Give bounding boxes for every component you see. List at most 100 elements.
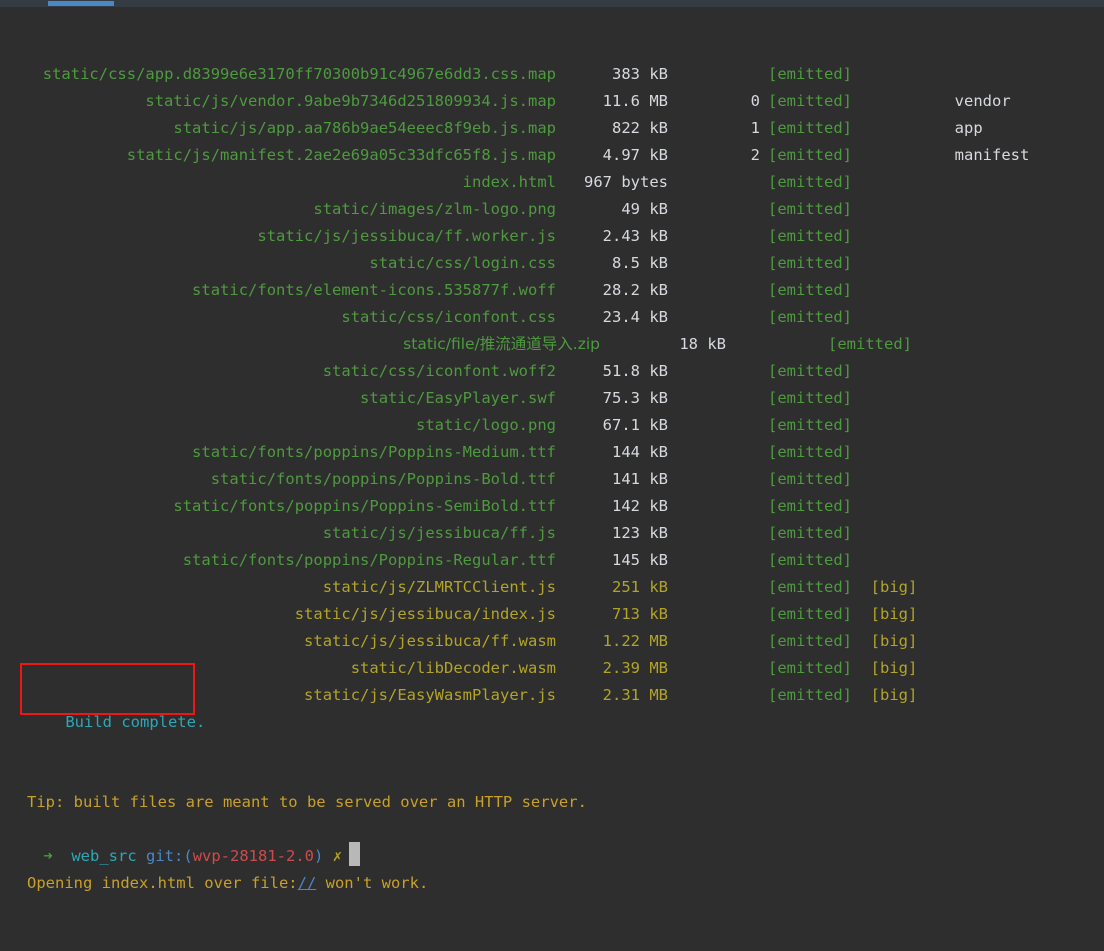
asset-name: static/js/app.aa786b9ae54eeec8f9eb.js.ma… <box>0 115 556 142</box>
asset-name: static/js/manifest.2ae2e69a05c33dfc65f8.… <box>0 142 556 169</box>
active-tab-indicator[interactable] <box>48 1 114 6</box>
asset-row: static/css/iconfont.css23.4 kB[emitted] <box>0 304 1104 331</box>
asset-row: static/logo.png67.1 kB [emitted] <box>0 412 1104 439</box>
asset-row: static/css/app.d8399e6e3170ff70300b91c49… <box>0 61 1104 88</box>
asset-status: [emitted] [big] <box>768 655 1008 682</box>
asset-chunk-name: app <box>955 119 983 137</box>
asset-size: 141 kB <box>556 466 668 493</box>
emitted-badge: [emitted] <box>768 173 852 191</box>
asset-status: [emitted] <box>768 493 1008 520</box>
big-badge: [big] <box>871 659 918 677</box>
asset-status: [emitted] <box>768 61 1008 88</box>
asset-status: [emitted] <box>768 412 1008 439</box>
asset-name: static/logo.png <box>0 412 556 439</box>
asset-size: 251 kB <box>556 574 668 601</box>
asset-status: [emitted] <box>768 196 1008 223</box>
asset-row: static/fonts/poppins/Poppins-Regular.ttf… <box>0 547 1104 574</box>
asset-name: static/fonts/poppins/Poppins-Bold.ttf <box>0 466 556 493</box>
big-badge: [big] <box>871 578 918 596</box>
asset-size: 75.3 kB <box>556 385 668 412</box>
asset-name: static/images/zlm-logo.png <box>0 196 556 223</box>
asset-row: static/fonts/element-icons.535877f.woff2… <box>0 277 1104 304</box>
asset-name: static/fonts/element-icons.535877f.woff <box>0 277 556 304</box>
asset-status: [emitted] <box>768 169 1008 196</box>
prompt-arrow-icon: ➜ <box>43 847 52 865</box>
asset-row: static/css/login.css8.5 kB [emitted] <box>0 250 1104 277</box>
asset-size: 383 kB <box>556 61 668 88</box>
asset-name: static/js/jessibuca/ff.wasm <box>0 628 556 655</box>
badge-gap <box>852 632 871 650</box>
asset-status: [emitted] [big] <box>768 682 1008 709</box>
emitted-badge: [emitted] <box>768 254 852 272</box>
shell-prompt[interactable]: ➜ web_src git:(wvp-28181-2.0) ✗ <box>6 815 360 897</box>
emitted-badge: [emitted] <box>768 65 852 83</box>
big-badge: [big] <box>871 632 918 650</box>
prompt-git-suffix: ) <box>314 847 323 865</box>
asset-chunk-id: 2 <box>668 142 760 169</box>
asset-status: [emitted] <box>768 358 1008 385</box>
emitted-badge: [emitted] <box>768 605 852 623</box>
emitted-badge: [emitted] <box>768 119 852 137</box>
asset-size: 1.22 MB <box>556 628 668 655</box>
asset-row: static/js/jessibuca/index.js713 kB[emitt… <box>0 601 1104 628</box>
emitted-badge: [emitted] <box>768 443 852 461</box>
asset-size: 23.4 kB <box>556 304 668 331</box>
emitted-badge: [emitted] <box>768 659 852 677</box>
asset-size: 822 kB <box>556 115 668 142</box>
emitted-badge: [emitted] <box>768 686 852 704</box>
big-badge: [big] <box>871 605 918 623</box>
terminal-tab-strip[interactable] <box>0 0 1104 7</box>
emitted-badge: [emitted] <box>768 470 852 488</box>
tip-line-1-text: Tip: built files are meant to be served … <box>27 793 587 811</box>
asset-size: 8.5 kB <box>556 250 668 277</box>
asset-size: 51.8 kB <box>556 358 668 385</box>
chunk-name-gap <box>852 119 955 137</box>
prompt-git-branch: wvp-28181-2.0 <box>193 847 314 865</box>
badge-gap <box>852 578 871 596</box>
asset-name: static/js/jessibuca/ff.js <box>0 520 556 547</box>
chunk-name-gap <box>852 92 955 110</box>
asset-size: 49 kB <box>556 196 668 223</box>
asset-size: 28.2 kB <box>556 277 668 304</box>
badge-gap <box>852 686 871 704</box>
asset-size: 2.31 MB <box>556 682 668 709</box>
prompt-directory: web_src <box>71 847 136 865</box>
asset-size: 2.39 MB <box>556 655 668 682</box>
build-complete-label: Build complete. <box>65 713 205 731</box>
asset-name: static/css/login.css <box>0 250 556 277</box>
asset-name: static/js/jessibuca/ff.worker.js <box>0 223 556 250</box>
asset-status: [emitted] <box>768 250 1008 277</box>
asset-row: static/images/zlm-logo.png49 kB [emitted] <box>0 196 1104 223</box>
asset-size: 4.97 kB <box>556 142 668 169</box>
asset-row: static/fonts/poppins/Poppins-Medium.ttf1… <box>0 439 1104 466</box>
asset-size: 2.43 kB <box>556 223 668 250</box>
tip-line-1: Tip: built files are meant to be served … <box>27 789 587 816</box>
asset-name: static/css/iconfont.woff2 <box>0 358 556 385</box>
asset-size: 67.1 kB <box>556 412 668 439</box>
badge-gap <box>852 659 871 677</box>
asset-status: [emitted] <box>768 385 1008 412</box>
asset-status: [emitted] <box>828 331 1068 358</box>
asset-name: static/css/iconfont.css <box>0 304 556 331</box>
emitted-badge: [emitted] <box>768 362 852 380</box>
asset-status: [emitted] app <box>768 115 1008 142</box>
emitted-badge: [emitted] <box>768 578 852 596</box>
terminal-window: static/css/app.d8399e6e3170ff70300b91c49… <box>0 0 1104 842</box>
asset-chunk-name: manifest <box>955 146 1030 164</box>
text-cursor <box>349 842 360 866</box>
asset-row: static/js/jessibuca/ff.js123 kB[emitted] <box>0 520 1104 547</box>
asset-chunk-id: 1 <box>668 115 760 142</box>
asset-name: static/fonts/poppins/Poppins-SemiBold.tt… <box>0 493 556 520</box>
asset-size: 142 kB <box>556 493 668 520</box>
asset-row: static/file/推流通道导入.zip18 kB[emitted] <box>0 331 1104 358</box>
emitted-badge: [emitted] <box>768 497 852 515</box>
asset-row: index.html967 bytes [emitted] <box>0 169 1104 196</box>
asset-name: static/EasyPlayer.swf <box>0 385 556 412</box>
asset-name: index.html <box>0 169 556 196</box>
emitted-badge: [emitted] <box>828 335 912 353</box>
asset-name: static/js/ZLMRTCClient.js <box>0 574 556 601</box>
asset-row: static/js/app.aa786b9ae54eeec8f9eb.js.ma… <box>0 115 1104 142</box>
asset-size: 967 bytes <box>556 169 668 196</box>
emitted-badge: [emitted] <box>768 416 852 434</box>
asset-chunk-name: vendor <box>955 92 1011 110</box>
